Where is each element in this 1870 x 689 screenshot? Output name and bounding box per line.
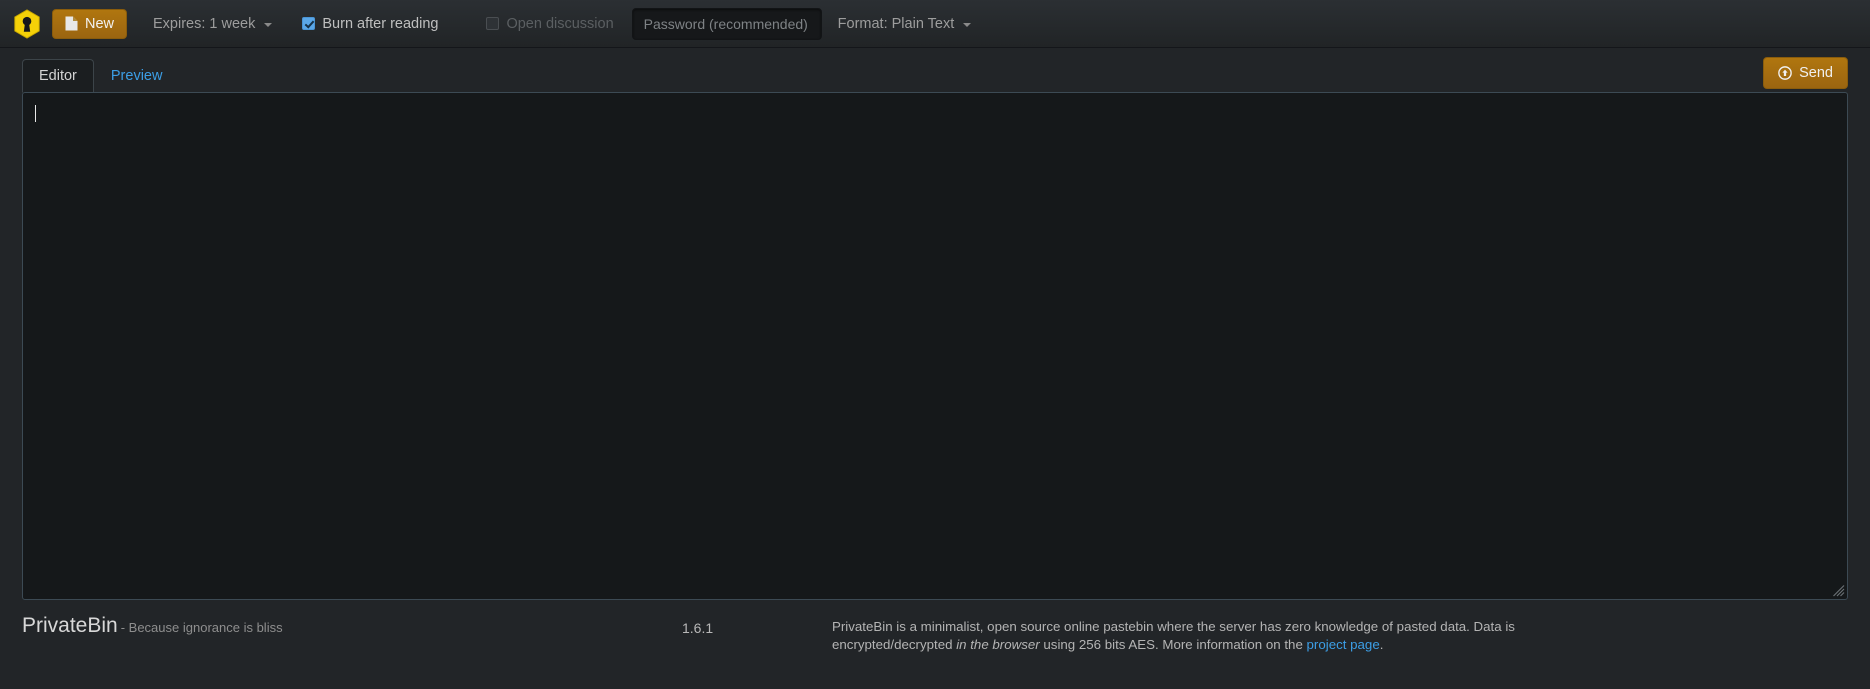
format-dropdown[interactable]: Format: Plain Text <box>836 0 986 48</box>
open-discussion-toggle: Open discussion <box>486 15 614 32</box>
paste-textarea[interactable] <box>23 93 1847 599</box>
tab-editor-label: Editor <box>39 67 77 84</box>
footer-desc-part3: . <box>1379 636 1384 652</box>
editor-container <box>22 92 1848 600</box>
page-footer: PrivateBin - Because ignorance is bliss 1… <box>0 600 1870 653</box>
expires-dropdown[interactable]: Expires: 1 week <box>139 0 286 48</box>
chevron-down-icon <box>963 22 972 27</box>
tab-preview-label: Preview <box>110 67 163 84</box>
main-content: Editor Preview Send <box>0 48 1870 600</box>
send-button-label: Send <box>1799 65 1833 81</box>
editor-toolbar: Editor Preview Send <box>22 48 1848 93</box>
tab-editor[interactable]: Editor <box>22 58 94 93</box>
new-button-label: New <box>85 15 115 32</box>
editor-tabs: Editor Preview <box>22 58 179 93</box>
format-label: Format: Plain Text <box>837 15 955 32</box>
chevron-down-icon <box>264 22 273 27</box>
footer-brand: PrivateBin - Because ignorance is bliss <box>22 614 682 638</box>
expires-label: Expires: 1 week <box>153 15 256 32</box>
footer-brand-name: PrivateBin <box>22 614 118 637</box>
open-discussion-label: Open discussion <box>506 15 614 32</box>
footer-desc-part2: using 256 bits AES. More information on … <box>1039 636 1307 652</box>
footer-description: PrivateBin is a minimalist, open source … <box>832 614 1592 653</box>
top-navbar: New Expires: 1 week Burn after reading O… <box>0 0 1870 48</box>
open-discussion-checkbox <box>486 17 500 30</box>
text-cursor <box>35 105 36 122</box>
burn-after-reading-label: Burn after reading <box>322 15 439 32</box>
footer-slogan: - Because ignorance is bliss <box>120 620 283 635</box>
footer-version: 1.6.1 <box>682 620 714 636</box>
new-button[interactable]: New <box>52 8 128 39</box>
project-page-link[interactable]: project page <box>1307 637 1380 652</box>
burn-after-reading-toggle[interactable]: Burn after reading <box>302 16 438 32</box>
privatebin-logo-icon[interactable] <box>10 7 44 41</box>
file-icon <box>65 16 78 31</box>
footer-desc-emphasis: in the browser <box>956 636 1040 652</box>
password-input[interactable] <box>631 7 822 40</box>
upload-circle-icon <box>1778 66 1792 80</box>
send-button[interactable]: Send <box>1763 57 1848 89</box>
tab-preview[interactable]: Preview <box>94 59 180 94</box>
burn-after-reading-checkbox[interactable] <box>302 17 316 30</box>
